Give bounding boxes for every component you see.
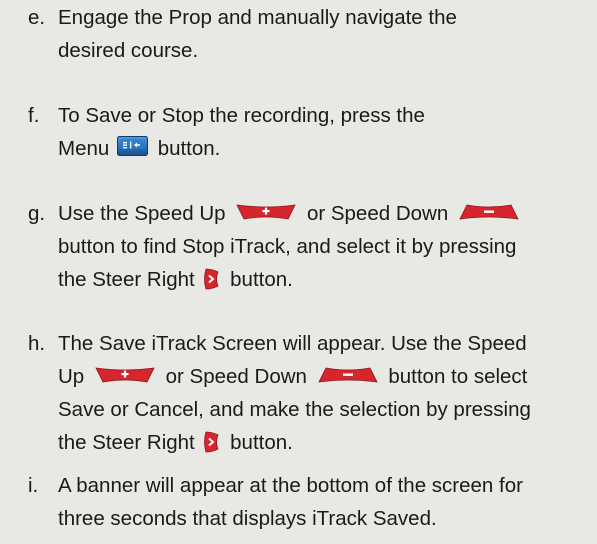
step-text-line: To Save or Stop the recording, press the — [58, 104, 425, 127]
step-text-fragment: button to select — [388, 365, 528, 388]
step-text: A banner will appear at the bottom of th… — [58, 469, 588, 535]
step-text-line: A banner will appear at the bottom of th… — [58, 474, 523, 497]
step-letter: e. — [28, 6, 46, 29]
step-text-fragment: button. — [230, 268, 293, 291]
step-text-fragment: Up — [58, 365, 85, 388]
step-text-fragment: Menu — [58, 137, 110, 160]
step-text-line: three seconds that displays iTrack Saved… — [58, 507, 437, 530]
step-text-line: Save or Cancel, and make the selection b… — [58, 398, 531, 421]
step-letter: i. — [28, 474, 39, 497]
menu-button-icon — [116, 135, 148, 156]
steer-right-button-icon — [203, 268, 219, 290]
steer-right-button-icon — [203, 431, 219, 453]
speed-down-button-icon — [317, 367, 378, 383]
speed-up-button-icon — [236, 204, 296, 220]
step-text-fragment: button. — [230, 431, 293, 454]
step-text-fragment: the Steer Right — [58, 431, 195, 454]
step-letter: h. — [28, 332, 46, 355]
step-text-fragment: or Speed Down — [306, 202, 449, 225]
step-text-fragment: the Steer Right — [58, 268, 195, 291]
step-text-line: Engage the Prop and manually navigate th… — [58, 6, 457, 29]
step-text-fragment: Use the Speed Up — [58, 202, 226, 225]
step-text-line: desired course. — [58, 39, 199, 62]
step-text: Engage the Prop and manually navigate th… — [58, 1, 588, 67]
step-text-line: button to find Stop iTrack, and select i… — [58, 235, 517, 258]
step-text: Use the Speed Up or Speed Down button to… — [58, 197, 588, 296]
step-letter: g. — [28, 202, 46, 225]
step-text: To Save or Stop the recording, press the… — [58, 99, 588, 165]
step-text-line: The Save iTrack Screen will appear. Use … — [58, 332, 527, 355]
speed-down-button-icon — [459, 204, 519, 220]
step-letter: f. — [28, 104, 40, 127]
step-text-fragment: button. — [157, 137, 221, 160]
step-text-fragment: or Speed Down — [165, 365, 307, 388]
step-text: The Save iTrack Screen will appear. Use … — [58, 327, 588, 459]
speed-up-button-icon — [95, 367, 155, 383]
